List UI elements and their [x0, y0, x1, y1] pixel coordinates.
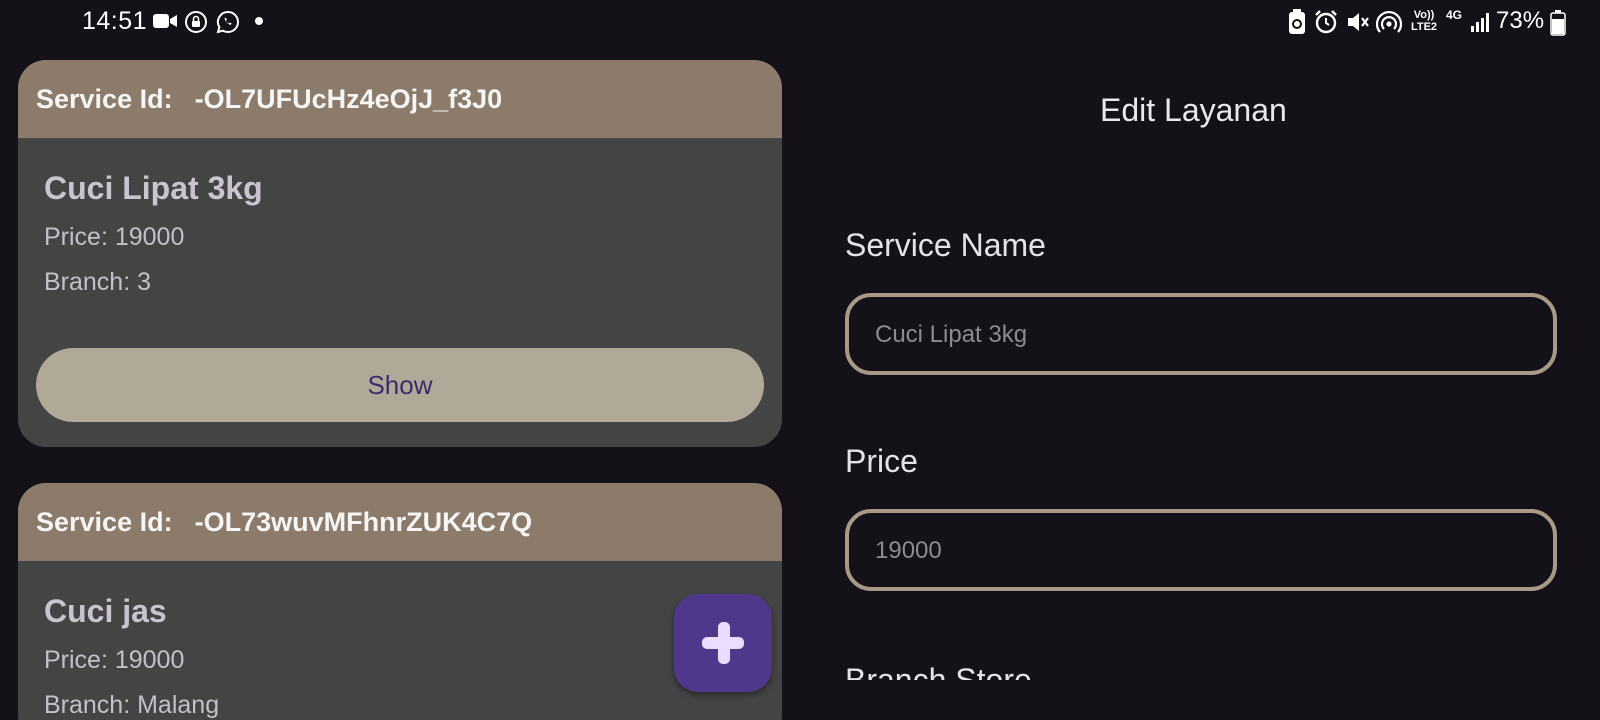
- signal-icon: [1471, 13, 1489, 32]
- mute-icon: [1348, 13, 1369, 31]
- battery-percentage: 73%: [1496, 7, 1545, 34]
- service-card-header: Service Id: -OL73wuvMFhnrZUK4C7Q: [18, 483, 782, 561]
- 4g-icon: 4G: [1446, 8, 1463, 22]
- service-branch: Branch: Malang: [44, 691, 220, 719]
- price-field[interactable]: 19000: [845, 509, 1557, 591]
- screen: 14:51 Vo)) LTE2 4G 73% Service Id: -OL7U…: [0, 0, 1600, 720]
- alarm-icon: [1315, 10, 1337, 34]
- show-button[interactable]: Show: [36, 348, 764, 422]
- service-card-body: Cuci jas Price: 19000 Branch: Malang: [18, 593, 782, 720]
- service-name: Cuci Lipat 3kg: [44, 170, 263, 206]
- service-id-value: -OL7UFUcHz4eOjJ_f3J0: [194, 83, 503, 114]
- add-service-button[interactable]: [674, 594, 772, 692]
- service-name-label: Service Name: [845, 227, 1046, 263]
- status-time: 14:51: [82, 7, 148, 35]
- service-name-field[interactable]: Cuci Lipat 3kg: [845, 293, 1557, 375]
- whatsapp-icon: [216, 10, 239, 34]
- battery-icon: [1550, 10, 1566, 36]
- service-card: Service Id: -OL7UFUcHz4eOjJ_f3J0 Cuci Li…: [18, 60, 782, 447]
- plus-icon: [702, 622, 744, 664]
- service-id-value: -OL73wuvMFhnrZUK4C7Q: [194, 506, 533, 537]
- lock-icon: [185, 11, 207, 33]
- service-card-header: Service Id: -OL7UFUcHz4eOjJ_f3J0: [18, 60, 782, 138]
- video-camera-icon: [153, 14, 177, 28]
- hotspot-icon: [1376, 10, 1402, 33]
- service-price: Price: 19000: [44, 223, 185, 251]
- service-id-label: Service Id:: [36, 506, 173, 537]
- service-id-label: Service Id:: [36, 83, 173, 114]
- service-name: Cuci jas: [44, 593, 167, 629]
- service-price: Price: 19000: [44, 646, 185, 674]
- price-value: 19000: [875, 537, 942, 564]
- dot-icon: [255, 17, 263, 25]
- service-card: Service Id: -OL73wuvMFhnrZUK4C7Q Cuci ja…: [18, 483, 782, 720]
- status-bar: 14:51 Vo)) LTE2 4G 73%: [0, 0, 1600, 44]
- battery-saver-icon: [1289, 9, 1305, 34]
- service-card-body: Cuci Lipat 3kg Price: 19000 Branch: 3: [18, 170, 782, 300]
- volte-icon: Vo)) LTE2: [1410, 9, 1438, 33]
- service-name-value: Cuci Lipat 3kg: [875, 321, 1028, 348]
- branch-store-label: Branch Store: [845, 662, 1032, 680]
- price-label: Price: [845, 443, 918, 479]
- form-title: Edit Layanan: [1100, 92, 1287, 128]
- service-branch: Branch: 3: [44, 268, 152, 296]
